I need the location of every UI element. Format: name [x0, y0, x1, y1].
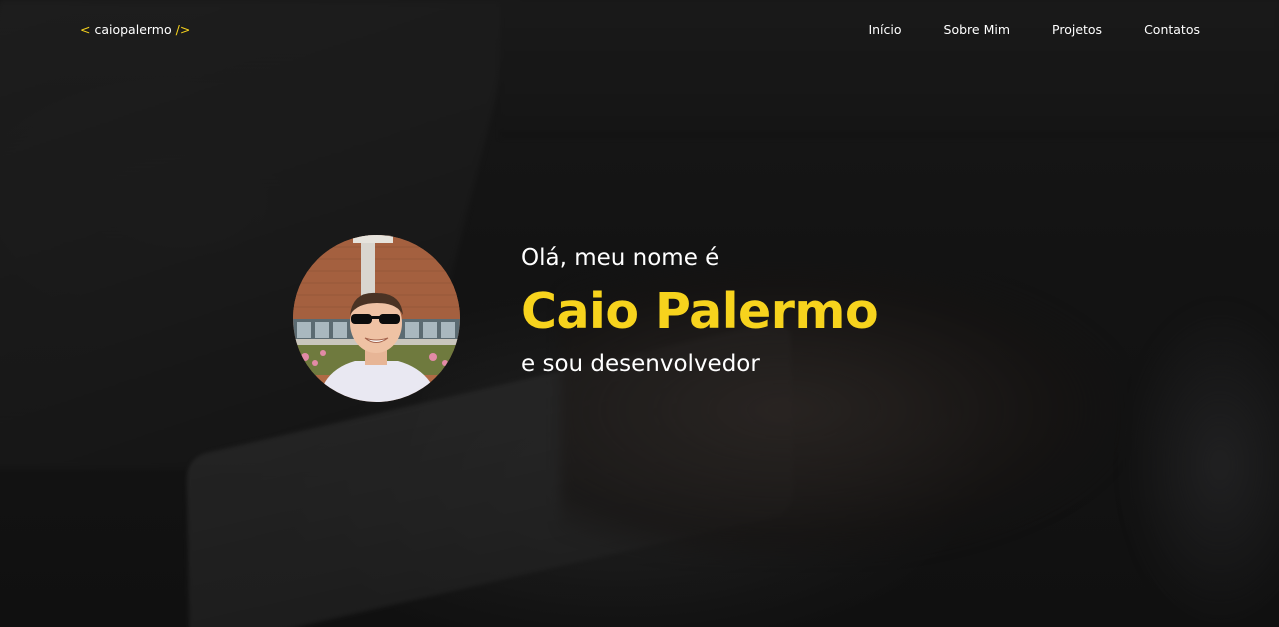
nav-link-sobre-mim[interactable]: Sobre Mim: [944, 22, 1010, 37]
logo-close-bracket: />: [175, 22, 191, 37]
logo-link[interactable]: < caiopalermo />: [80, 22, 190, 37]
background-sleeve: [1120, 300, 1279, 627]
nav-menu: Início Sobre Mim Projetos Contatos: [826, 22, 1200, 37]
hero-name: Caio Palermo: [521, 283, 879, 340]
nav-link-contatos[interactable]: Contatos: [1144, 22, 1200, 37]
intro-block: Olá, meu nome é Caio Palermo e sou desen…: [521, 240, 879, 382]
greeting-text: Olá, meu nome é: [521, 245, 720, 271]
logo-text: caiopalermo: [94, 22, 172, 37]
avatar-photo: [293, 235, 460, 402]
role-text: e sou desenvolvedor: [521, 351, 760, 377]
nav-link-projetos[interactable]: Projetos: [1052, 22, 1102, 37]
nav-link-inicio[interactable]: Início: [868, 22, 901, 37]
background-laptop-screen: [0, 0, 520, 470]
logo-open-bracket: <: [80, 22, 91, 37]
avatar: [293, 235, 460, 402]
hero-section: < caiopalermo /> Início Sobre Mim Projet…: [0, 0, 1279, 627]
navbar: < caiopalermo /> Início Sobre Mim Projet…: [0, 0, 1279, 62]
